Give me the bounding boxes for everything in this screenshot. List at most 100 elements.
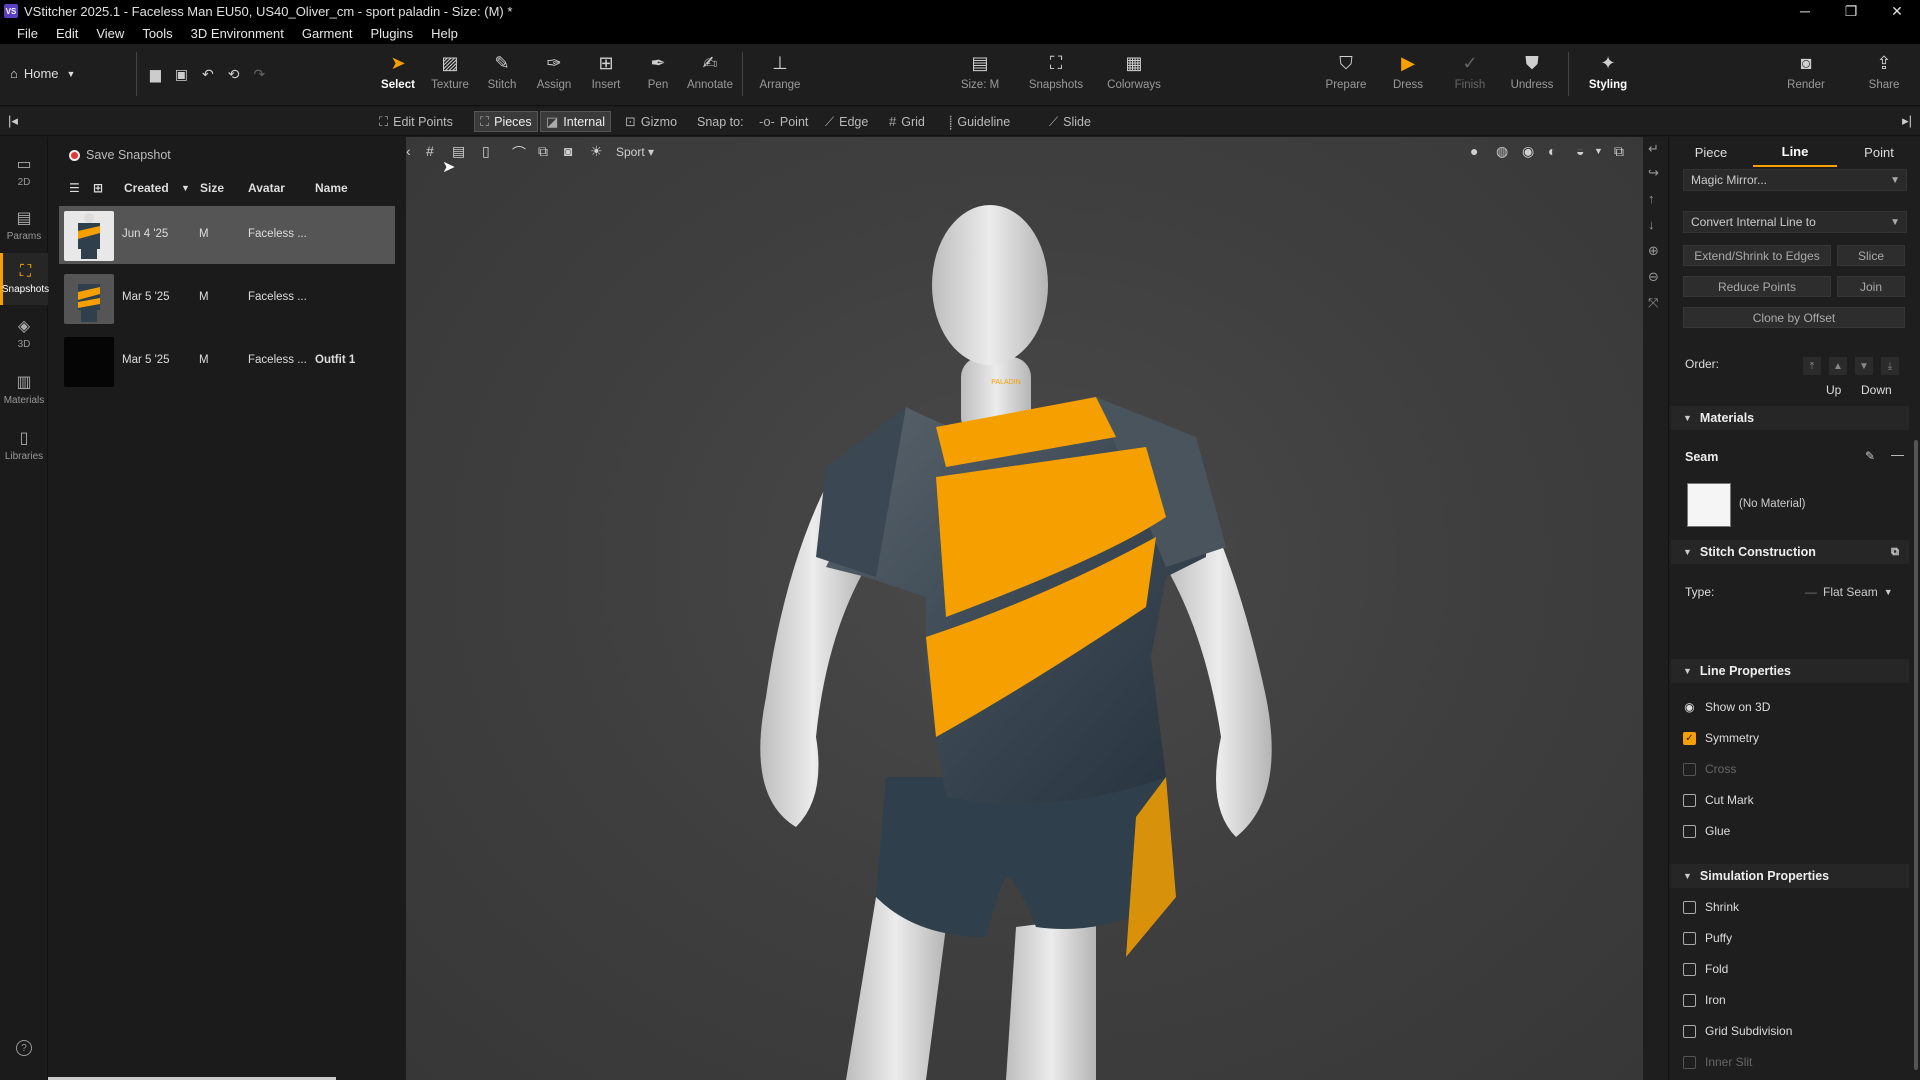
materials-section-header[interactable]: ▼ Materials bbox=[1671, 406, 1909, 430]
menu-help[interactable]: Help bbox=[422, 26, 467, 41]
rail-3d[interactable]: ◈ 3D bbox=[0, 307, 48, 359]
tab-point[interactable]: Point bbox=[1837, 137, 1920, 167]
tab-piece[interactable]: Piece bbox=[1669, 137, 1753, 167]
inner-slit-checkbox[interactable]: Inner Slit bbox=[1683, 1053, 1752, 1071]
tool-arrange[interactable]: ⊥ Arrange bbox=[752, 50, 808, 92]
camera-icon[interactable]: ◙ bbox=[564, 143, 572, 159]
tool-finish[interactable]: ✓ Finish bbox=[1442, 50, 1498, 92]
snapshot-row[interactable]: Mar 5 '25 M Faceless ... Outfit 1 bbox=[59, 332, 395, 390]
line-properties-header[interactable]: ▼ Line Properties bbox=[1671, 659, 1909, 683]
column-size[interactable]: Size bbox=[200, 181, 224, 195]
tool-pen[interactable]: ✒ Pen bbox=[630, 50, 686, 92]
restore-button[interactable]: ❐ bbox=[1828, 0, 1874, 22]
measure-icon[interactable]: ▯ bbox=[482, 143, 490, 160]
home-button[interactable]: ⌂ Home ▼ bbox=[10, 66, 75, 81]
snapshot-row[interactable]: Jun 4 '25 M Faceless ... bbox=[59, 206, 395, 264]
cut-mark-checkbox[interactable]: Cut Mark bbox=[1683, 791, 1754, 809]
rail-2d[interactable]: ▭ 2D bbox=[0, 145, 48, 197]
edit-points-button[interactable]: ⛶ Edit Points bbox=[374, 111, 458, 132]
pieces-toggle[interactable]: ⛶ Pieces bbox=[474, 111, 538, 132]
snapshot-row[interactable]: Mar 5 '25 M Faceless ... bbox=[59, 269, 395, 327]
zoom-out-icon[interactable]: ⊖ bbox=[1648, 269, 1659, 285]
tab-line[interactable]: Line bbox=[1753, 137, 1837, 167]
tool-select[interactable]: ➤ Select bbox=[370, 50, 426, 92]
popout-icon[interactable]: ⧉ bbox=[1614, 143, 1624, 160]
light-icon[interactable]: ☀ bbox=[590, 143, 603, 160]
simulation-properties-header[interactable]: ▼ Simulation Properties bbox=[1671, 864, 1909, 888]
tool-assign[interactable]: ✑ Assign bbox=[526, 50, 582, 92]
arrow-down-icon[interactable]: ↓ bbox=[1648, 217, 1655, 232]
tool-styling[interactable]: ✦ Styling bbox=[1580, 50, 1636, 92]
tool-size[interactable]: ▤ Size: M bbox=[952, 50, 1008, 92]
menu-file[interactable]: File bbox=[8, 26, 47, 41]
tool-insert[interactable]: ⊞ Insert bbox=[578, 50, 634, 92]
slide-toggle[interactable]: ⟋ Slide bbox=[1044, 111, 1096, 132]
history-icon[interactable]: ⟲ bbox=[228, 66, 240, 83]
minimize-button[interactable]: ─ bbox=[1782, 0, 1828, 22]
help-icon[interactable]: ? bbox=[16, 1040, 32, 1056]
snap-grid-toggle[interactable]: # Grid bbox=[884, 111, 930, 132]
stitch-construction-header[interactable]: ▼ Stitch Construction ⧉ bbox=[1671, 540, 1909, 564]
reduce-points-button[interactable]: Reduce Points bbox=[1683, 276, 1831, 297]
grid-view-icon[interactable]: ⊞ bbox=[93, 181, 103, 195]
tool-colorways[interactable]: ▦ Colorways bbox=[1106, 50, 1162, 92]
snap-edge-toggle[interactable]: ⟋ Edge bbox=[820, 111, 873, 132]
shrink-checkbox[interactable]: Shrink bbox=[1683, 898, 1739, 916]
tool-undress[interactable]: ⛊ Undress bbox=[1504, 50, 1560, 92]
redo-icon[interactable]: ↷ bbox=[253, 66, 265, 83]
sort-desc-icon[interactable]: ▼ bbox=[181, 183, 190, 193]
tool-annotate[interactable]: ✍ Annotate bbox=[682, 50, 738, 92]
collapse-left-icon[interactable]: |◂ bbox=[8, 113, 18, 129]
symmetry-checkbox[interactable]: ✓ Symmetry bbox=[1683, 729, 1759, 747]
extend-shrink-button[interactable]: Extend/Shrink to Edges bbox=[1683, 245, 1831, 266]
tool-share[interactable]: ⇪ Share bbox=[1856, 50, 1912, 92]
menu-garment[interactable]: Garment bbox=[293, 26, 362, 41]
fold-checkbox[interactable]: Fold bbox=[1683, 960, 1728, 978]
tool-stitch[interactable]: ✎ Stitch bbox=[474, 50, 530, 92]
join-button[interactable]: Join bbox=[1837, 276, 1905, 297]
rail-snapshots[interactable]: ⛶ Snapshots bbox=[0, 253, 49, 305]
cross-checkbox[interactable]: Cross bbox=[1683, 760, 1736, 778]
open-folder-icon[interactable]: ▆ bbox=[150, 66, 161, 83]
puffy-checkbox[interactable]: Puffy bbox=[1683, 929, 1732, 947]
rail-libraries[interactable]: ▯ Libraries bbox=[0, 419, 48, 471]
zoom-in-icon[interactable]: ⊕ bbox=[1648, 243, 1659, 259]
material-swatch[interactable] bbox=[1687, 483, 1731, 527]
edit-pencil-icon[interactable]: ✎ bbox=[1865, 449, 1875, 463]
snap-guideline-toggle[interactable]: ⸽ Guideline bbox=[944, 111, 1015, 132]
grid-subdivision-checkbox[interactable]: Grid Subdivision bbox=[1683, 1022, 1792, 1040]
column-name[interactable]: Name bbox=[315, 181, 348, 195]
panel-scrollbar[interactable] bbox=[1914, 440, 1918, 1070]
close-button[interactable]: ✕ bbox=[1874, 0, 1920, 22]
back-arrow-icon[interactable]: ‹ bbox=[406, 143, 411, 159]
tool-texture[interactable]: ▨ Texture bbox=[422, 50, 478, 92]
tool-dress[interactable]: ▶ Dress bbox=[1380, 50, 1436, 92]
convert-line-dropdown[interactable]: Convert Internal Line to ▼ bbox=[1683, 211, 1907, 233]
arrow-up-icon[interactable]: ↑ bbox=[1648, 191, 1655, 206]
rail-materials[interactable]: ▥ Materials bbox=[0, 363, 48, 415]
gizmo-button[interactable]: ⊡ Gizmo bbox=[620, 111, 682, 132]
fabric-icon[interactable]: ◐ bbox=[1548, 143, 1556, 159]
save-snapshot-button[interactable]: Save Snapshot bbox=[69, 145, 171, 165]
menu-edit[interactable]: Edit bbox=[47, 26, 87, 41]
chevron-down-icon[interactable]: ▼ bbox=[1594, 146, 1603, 156]
rail-params[interactable]: ▤ Params bbox=[0, 199, 48, 251]
avatar-toggle-icon[interactable]: ◍ bbox=[1496, 143, 1508, 160]
tool-snapshots[interactable]: ⛶ Snapshots bbox=[1028, 50, 1084, 92]
arc-icon[interactable]: ⌒ bbox=[512, 143, 526, 163]
save-icon[interactable]: ▣ bbox=[175, 66, 188, 83]
copy-icon[interactable]: ⧉ bbox=[1891, 546, 1899, 559]
fit-icon[interactable]: ⤧ bbox=[1648, 295, 1658, 311]
iron-checkbox[interactable]: Iron bbox=[1683, 991, 1726, 1009]
snap-point-toggle[interactable]: -o- Point bbox=[754, 111, 813, 132]
grid-icon[interactable]: # bbox=[426, 143, 434, 159]
shading-sphere-icon[interactable]: ● bbox=[1470, 143, 1478, 159]
order-bottom-icon[interactable]: ⤓ bbox=[1881, 357, 1899, 375]
internal-toggle[interactable]: ◪ Internal bbox=[540, 111, 611, 132]
rotate-icon[interactable]: ↪ bbox=[1648, 165, 1659, 181]
slice-button[interactable]: Slice bbox=[1837, 245, 1905, 266]
menu-plugins[interactable]: Plugins bbox=[361, 26, 422, 41]
show-on-3d-toggle[interactable]: ◉ Show on 3D bbox=[1683, 698, 1770, 716]
3d-viewport[interactable]: PALADIN bbox=[406, 137, 1643, 1080]
clone-by-offset-button[interactable]: Clone by Offset bbox=[1683, 307, 1905, 328]
